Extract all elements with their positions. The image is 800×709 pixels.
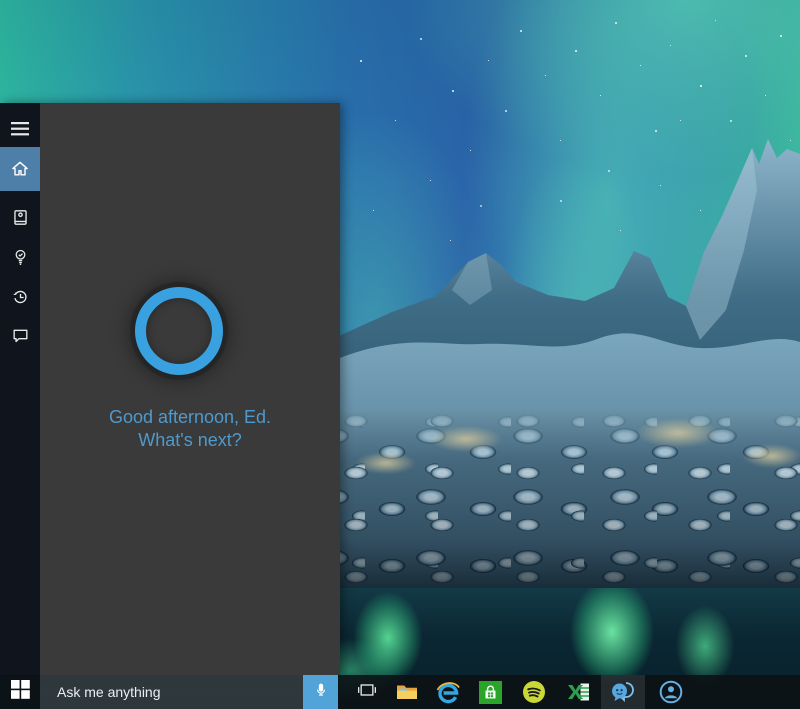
sidebar-item-ideas[interactable]	[0, 237, 40, 277]
search-input[interactable]	[40, 675, 303, 709]
taskbar-app-internet-explorer[interactable]	[434, 675, 462, 709]
task-view-button[interactable]	[352, 675, 382, 709]
sidebar-item-feedback[interactable]	[0, 315, 40, 355]
taskbar-app-people[interactable]	[657, 675, 685, 709]
shrub	[356, 452, 416, 474]
taskbar	[0, 675, 800, 709]
cortana-ring-icon	[135, 287, 223, 375]
feedback-bubble-icon	[11, 326, 30, 345]
greeting-line1: Good afternoon, Ed.	[40, 406, 340, 429]
sidebar-item-notebook[interactable]	[0, 197, 40, 237]
cortana-content: Good afternoon, Ed. What's next?	[40, 103, 340, 675]
hamburger-menu-button[interactable]	[0, 109, 40, 149]
shrub	[636, 418, 720, 448]
taskbar-app-file-explorer[interactable]	[393, 675, 421, 709]
windows-logo-icon	[11, 680, 30, 704]
taskbar-app-windows-store[interactable]	[476, 675, 504, 709]
cortana-search-box	[40, 675, 338, 709]
sidebar-item-home[interactable]	[0, 147, 40, 191]
greeting-line2: What's next?	[40, 429, 340, 452]
excel-icon	[566, 680, 591, 704]
shrub	[430, 426, 502, 452]
cortana-sidebar	[0, 103, 40, 675]
taskbar-app-spotify[interactable]	[520, 675, 548, 709]
messaging-icon	[610, 680, 636, 704]
windows-desktop: Good afternoon, Ed. What's next?	[0, 0, 800, 709]
start-button[interactable]	[2, 675, 38, 709]
people-icon	[659, 680, 683, 704]
spotify-icon	[522, 680, 546, 704]
home-icon	[10, 159, 30, 179]
file-explorer-icon	[395, 680, 419, 704]
hamburger-menu-icon	[11, 122, 29, 136]
task-view-icon	[357, 682, 377, 703]
history-clock-icon	[11, 288, 30, 307]
notebook-icon	[11, 208, 30, 227]
shrub	[742, 444, 800, 468]
taskbar-app-messaging[interactable]	[601, 675, 645, 709]
windows-store-icon	[479, 681, 502, 704]
sidebar-item-history[interactable]	[0, 277, 40, 317]
taskbar-app-excel[interactable]	[564, 675, 592, 709]
ideas-lightbulb-icon	[11, 248, 30, 267]
microphone-button[interactable]	[303, 675, 338, 709]
cortana-panel: Good afternoon, Ed. What's next?	[0, 103, 340, 675]
internet-explorer-icon	[435, 679, 461, 705]
microphone-icon	[313, 681, 329, 704]
cortana-greeting: Good afternoon, Ed. What's next?	[40, 406, 340, 452]
